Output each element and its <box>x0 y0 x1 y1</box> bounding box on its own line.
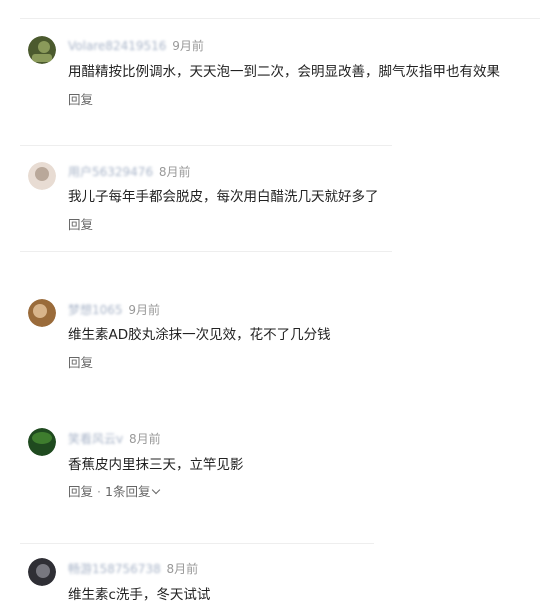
username[interactable]: Volare82419516 <box>68 39 166 53</box>
comment-time: 8月前 <box>166 562 199 576</box>
comment-time: 9月前 <box>128 303 161 317</box>
avatar[interactable] <box>28 36 56 64</box>
comment-time: 8月前 <box>128 432 161 446</box>
comment-meta: 畅游158756738 8月前 <box>68 560 198 578</box>
avatar[interactable] <box>28 299 56 327</box>
avatar[interactable] <box>28 428 56 456</box>
divider <box>20 18 540 19</box>
reply-button[interactable]: 回复 <box>68 483 93 501</box>
comment-text: 香蕉皮内里抹三天，立竿见影 <box>68 457 244 473</box>
username[interactable]: 梦想1065 <box>68 303 123 317</box>
username[interactable]: 笑看风云v <box>68 432 123 446</box>
divider <box>20 251 392 252</box>
reply-row: 回复 <box>68 354 93 372</box>
chevron-down-icon <box>152 485 161 495</box>
reply-row: 回复 · 1条回复 <box>68 483 161 501</box>
divider <box>20 145 392 146</box>
reply-button[interactable]: 回复 <box>68 91 93 109</box>
reply-row: 回复 <box>68 216 93 234</box>
reply-button[interactable]: 回复 <box>68 216 93 234</box>
comment-time: 9月前 <box>172 39 204 53</box>
avatar[interactable] <box>28 558 56 586</box>
comment-text: 用醋精按比例调水，天天泡一到二次，会明显改善，脚气灰指甲也有效果 <box>68 64 500 80</box>
comment-text: 维生素AD胶丸涂抹一次见效，花不了几分钱 <box>68 327 331 343</box>
avatar[interactable] <box>28 162 56 190</box>
divider <box>20 543 374 544</box>
comment-meta: 梦想1065 9月前 <box>68 301 160 319</box>
comment-list: Volare82419516 9月前 用醋精按比例调水，天天泡一到二次，会明显改… <box>0 0 540 611</box>
username[interactable]: 用户56329476 <box>68 165 153 179</box>
username[interactable]: 畅游158756738 <box>68 562 161 576</box>
comment-meta: 用户56329476 8月前 <box>68 163 191 181</box>
reply-button[interactable]: 回复 <box>68 354 93 372</box>
comment-text: 我儿子每年手都会脱皮，每次用白醋洗几天就好多了 <box>68 189 379 205</box>
comment-meta: Volare82419516 9月前 <box>68 37 204 55</box>
comment-time: 8月前 <box>158 165 191 179</box>
view-replies-button[interactable]: 1条回复 <box>105 483 161 501</box>
reply-row: 回复 <box>68 91 93 109</box>
comment-meta: 笑看风云v 8月前 <box>68 430 161 448</box>
comment-text: 维生素c洗手，冬天试试 <box>68 587 211 603</box>
separator-dot: · <box>97 484 101 499</box>
reply-count-label: 1条回复 <box>105 484 151 499</box>
